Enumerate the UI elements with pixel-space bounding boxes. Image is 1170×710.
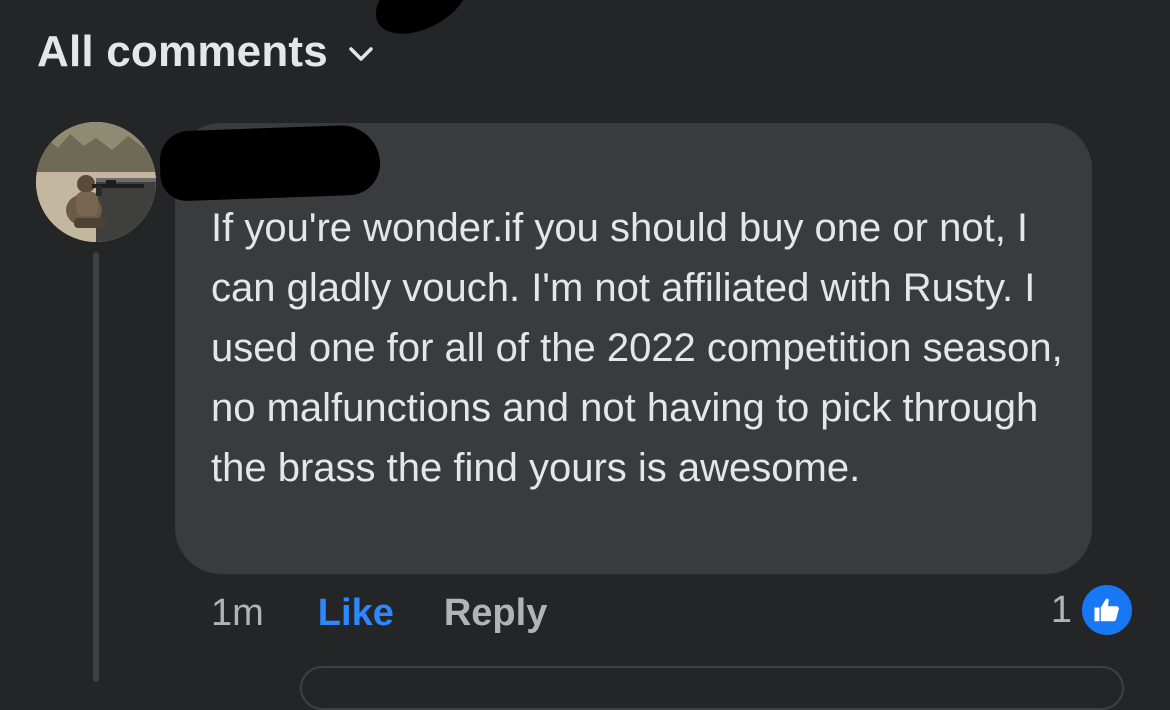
redacted-author-name bbox=[158, 124, 382, 202]
reaction-count: 1 bbox=[1050, 588, 1072, 631]
thumbs-up-icon bbox=[1080, 583, 1134, 637]
next-comment-bubble bbox=[300, 666, 1124, 710]
reaction-summary[interactable]: 1 bbox=[1050, 583, 1134, 637]
comment-actions: 1m Like Reply bbox=[211, 590, 547, 636]
reply-thread-line bbox=[93, 252, 99, 682]
like-button[interactable]: Like bbox=[318, 592, 394, 635]
comment-text: If you're wonder.if you should buy one o… bbox=[211, 206, 1063, 490]
avatar[interactable] bbox=[36, 122, 156, 242]
comment-filter-dropdown[interactable]: All comments bbox=[37, 22, 374, 82]
redaction-mark-top bbox=[364, 0, 480, 49]
comment-filter-label: All comments bbox=[37, 27, 328, 76]
reply-button[interactable]: Reply bbox=[444, 592, 547, 635]
chevron-down-icon bbox=[348, 45, 374, 63]
comment-timestamp[interactable]: 1m bbox=[211, 592, 264, 635]
